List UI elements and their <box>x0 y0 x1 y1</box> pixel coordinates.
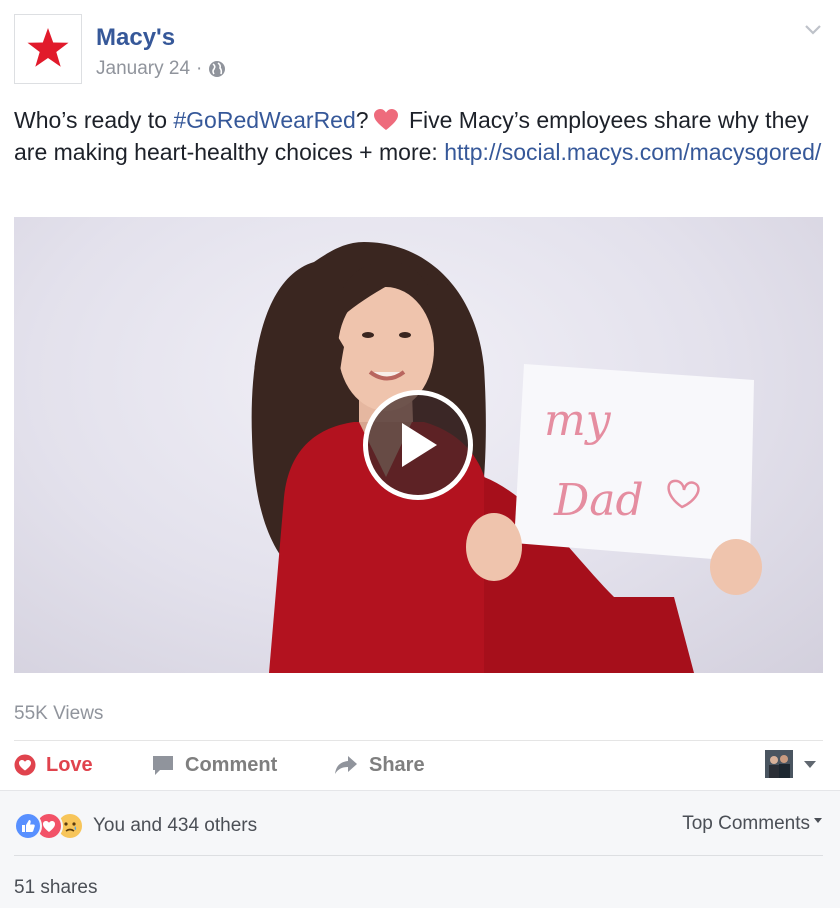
user-avatar <box>765 750 793 778</box>
facebook-post: Macy's January 24 · Who’s ready to #GoRe… <box>0 0 840 908</box>
post-as-selector[interactable] <box>765 750 817 778</box>
like-reaction-icon <box>14 812 42 840</box>
comment-button[interactable]: Comment <box>151 754 277 777</box>
post-footer: You and 434 others Top Comments 51 share… <box>0 790 840 908</box>
share-label: Share <box>369 753 425 776</box>
sign-text-dad: Dad <box>553 475 644 526</box>
comment-icon <box>153 756 173 775</box>
page-name-link[interactable]: Macy's <box>96 24 175 52</box>
reactions-summary[interactable]: You and 434 others <box>14 812 257 840</box>
reactions-text[interactable]: You and 434 others <box>93 815 257 837</box>
meta-separator: · <box>196 58 203 79</box>
footer-divider <box>14 855 823 856</box>
heart-emoji-icon <box>373 109 398 130</box>
page-avatar[interactable] <box>14 14 82 84</box>
sort-caret-icon <box>814 818 822 823</box>
post-text: Who’s ready to #GoRedWearRed? Five Macy’… <box>14 104 824 168</box>
video-player[interactable]: my Dad <box>14 217 823 673</box>
post-link[interactable]: http://social.macys.com/macysgored/ <box>444 139 821 165</box>
post-date[interactable]: January 24 <box>96 58 190 80</box>
comment-label: Comment <box>185 753 278 776</box>
globe-icon[interactable] <box>208 60 226 78</box>
love-button[interactable]: Love <box>14 754 93 777</box>
macys-star-logo <box>27 28 69 67</box>
shares-count[interactable]: 51 shares <box>14 877 97 899</box>
caret-down-icon <box>804 761 816 768</box>
text-question: ? <box>355 107 369 133</box>
post-meta: January 24 · <box>96 58 226 80</box>
play-button[interactable] <box>363 390 473 500</box>
top-comments-label: Top Comments <box>682 813 810 834</box>
love-reaction-icon <box>14 754 36 776</box>
share-icon <box>335 756 357 774</box>
chevron-down-icon[interactable] <box>802 18 824 40</box>
play-icon <box>402 423 437 467</box>
sign-text-my: my <box>544 395 612 446</box>
text-intro: Who’s ready to <box>14 107 174 133</box>
hashtag-link[interactable]: #GoRedWearRed <box>173 107 355 133</box>
action-bar: Love Comment Share <box>14 741 823 789</box>
share-button[interactable]: Share <box>333 754 425 777</box>
love-label: Love <box>46 753 93 776</box>
view-count: 55K Views <box>14 703 104 724</box>
top-comments-sort[interactable]: Top Comments <box>682 813 822 835</box>
